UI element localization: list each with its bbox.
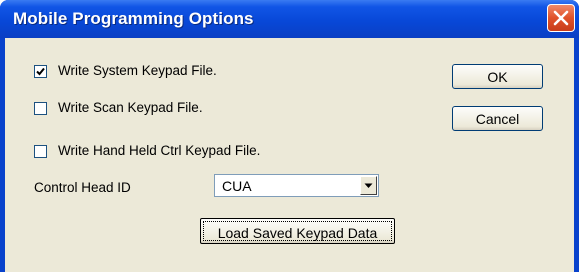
title-bar[interactable]: Mobile Programming Options <box>0 0 579 38</box>
write-system-keypad-checkbox[interactable] <box>34 65 47 78</box>
write-scan-keypad-label: Write Scan Keypad File. <box>58 100 203 115</box>
write-system-keypad-label: Write System Keypad File. <box>58 63 217 78</box>
cancel-button[interactable]: Cancel <box>452 106 543 131</box>
write-scan-keypad-checkbox[interactable] <box>34 102 47 115</box>
dialog-window: Mobile Programming Options Write System … <box>0 0 579 272</box>
write-hand-held-keypad-checkbox[interactable] <box>34 145 47 158</box>
ok-button[interactable]: OK <box>452 64 543 89</box>
close-icon <box>553 10 569 26</box>
chevron-down-icon <box>364 183 373 188</box>
dialog-body: Write System Keypad File. Write Scan Key… <box>5 38 574 272</box>
write-hand-held-keypad-label: Write Hand Held Ctrl Keypad File. <box>58 143 261 158</box>
control-head-id-label: Control Head ID <box>34 180 131 195</box>
control-head-id-value: CUA <box>222 178 252 194</box>
checkmark-icon <box>36 67 45 76</box>
control-head-id-dropdown-button[interactable] <box>360 176 377 195</box>
window-title: Mobile Programming Options <box>13 9 254 28</box>
load-saved-keypad-data-button[interactable]: Load Saved Keypad Data <box>200 218 395 244</box>
control-head-id-select[interactable]: CUA <box>214 174 379 197</box>
close-button[interactable] <box>547 4 575 32</box>
